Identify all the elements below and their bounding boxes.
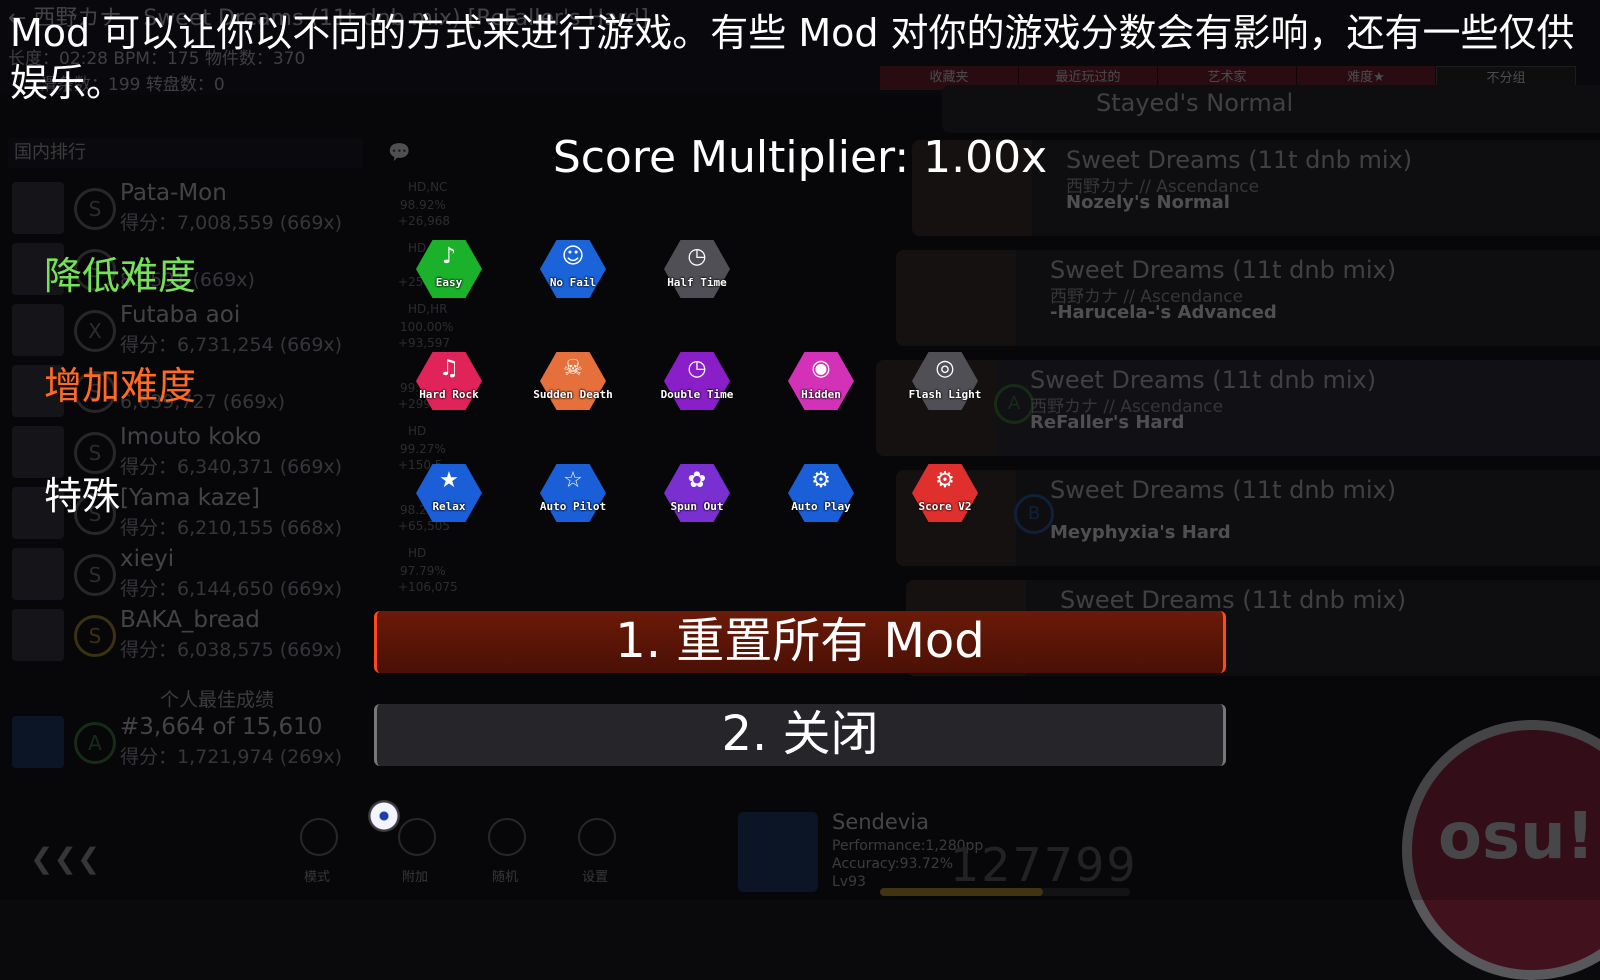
mod-half-time-label: Half Time [667,276,727,289]
mod-auto-pilot[interactable]: ☆ Auto Pilot [540,464,606,522]
mod-half-time[interactable]: ◷ Half Time [664,240,730,298]
mod-spun-out[interactable]: ✿ Spun Out [664,464,730,522]
clock-icon: ◷ [687,356,707,381]
music-note-icon: ♪ [441,244,457,269]
gear-icon: ⚙ [811,468,831,493]
smiley-icon: ☺ [561,244,585,269]
clock-icon: ◷ [687,244,707,269]
mod-auto-play[interactable]: ⚙ Auto Play [788,464,854,522]
mod-double-time[interactable]: ◷ Double Time [661,352,733,410]
star-icon: ★ [439,468,459,493]
mod-sudden-death-label: Sudden Death [533,388,613,401]
mod-relax-label: Relax [432,500,466,513]
mod-auto-pilot-label: Auto Pilot [539,500,607,513]
mod-hard-rock-label: Hard Rock [419,388,479,401]
mod-no-fail[interactable]: ☺ No Fail [540,240,606,298]
mod-auto-play-label: Auto Play [791,500,851,513]
category-difficulty-increase: 增加难度 [44,364,197,408]
gear-icon: ⚙ [935,468,955,493]
score-multiplier: Score Multiplier: 1.00x [552,132,1048,183]
eye-icon: ◎ [935,356,955,381]
skull-icon: ☠ [563,356,583,381]
mod-flash-light[interactable]: ◎ Flash Light [909,352,981,410]
close-button[interactable]: 2. 关闭 [374,704,1226,766]
mod-easy-label: Easy [435,276,463,289]
star-icon: ☆ [563,468,583,493]
mod-hidden[interactable]: ◉ Hidden [788,352,854,410]
mod-spun-out-label: Spun Out [670,500,724,513]
gear-icon: ✿ [687,468,707,493]
mod-relax[interactable]: ★ Relax [416,464,482,522]
mod-score-v2[interactable]: ⚙ Score V2 [912,464,978,522]
mod-score-v2-label: Score V2 [918,500,972,513]
mod-hard-rock[interactable]: ♫ Hard Rock [416,352,482,410]
mod-flash-light-label: Flash Light [908,388,982,401]
mod-description: Mod 可以让你以不同的方式来进行游戏。有些 Mod 对你的游戏分数会有影响，还… [10,11,1575,105]
mod-select-overlay: Mod 可以让你以不同的方式来进行游戏。有些 Mod 对你的游戏分数会有影响，还… [0,0,1600,900]
eye-icon: ◉ [811,356,831,381]
mod-sudden-death[interactable]: ☠ Sudden Death [533,352,613,410]
mod-hidden-label: Hidden [801,388,841,401]
cursor-icon [368,800,400,832]
reset-all-mods-button[interactable]: 1. 重置所有 Mod [374,611,1226,673]
category-difficulty-reduction: 降低难度 [44,254,197,298]
mod-no-fail-label: No Fail [549,276,597,289]
category-special: 特殊 [44,474,121,518]
music-note-icon: ♫ [439,356,459,381]
mod-easy[interactable]: ♪ Easy [416,240,482,298]
mod-double-time-label: Double Time [660,388,734,401]
